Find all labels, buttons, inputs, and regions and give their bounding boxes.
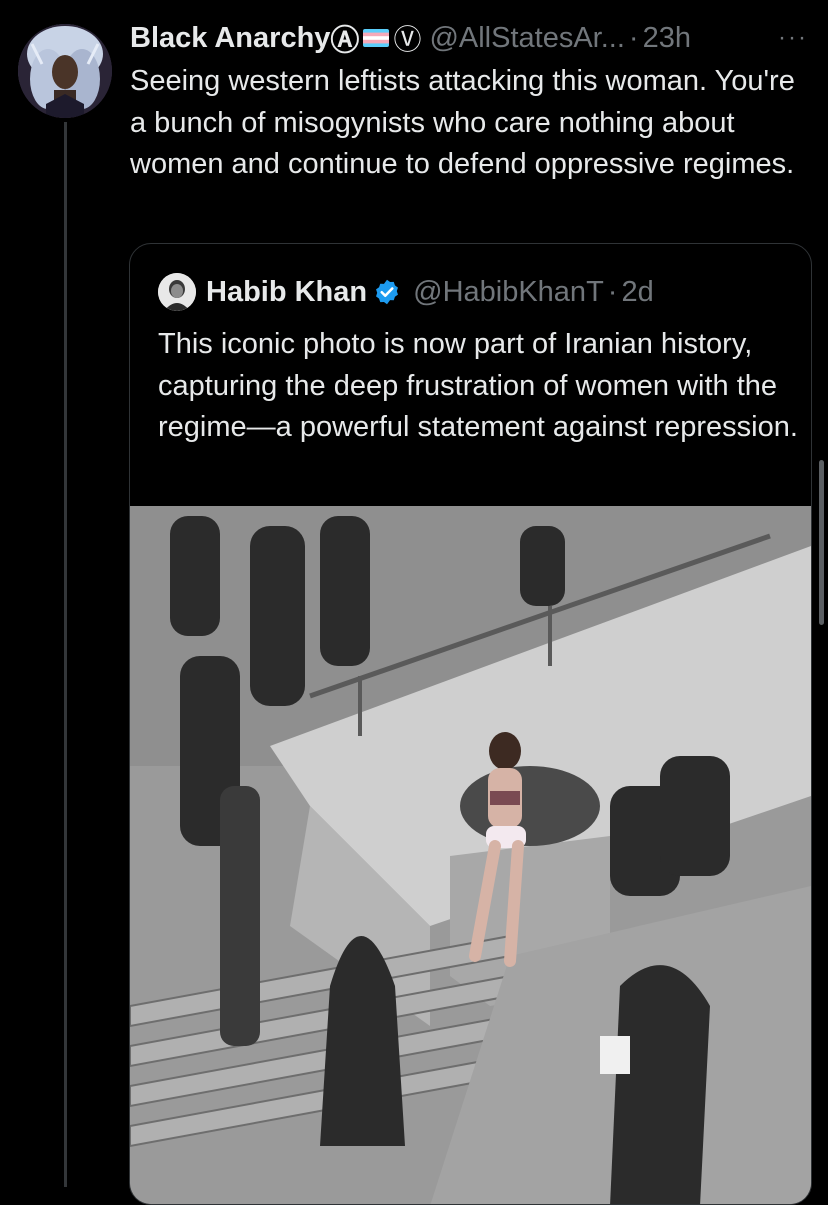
separator-dot: ·	[628, 21, 639, 54]
anarchy-symbol: Ⓐ	[330, 25, 360, 57]
scrollbar[interactable]	[819, 460, 824, 625]
avatar-image	[18, 24, 112, 118]
quoted-tweet-text: This iconic photo is now part of Iranian…	[158, 328, 798, 443]
display-name[interactable]: Black Anarchy	[130, 22, 330, 55]
quoted-timestamp[interactable]: 2d	[621, 276, 653, 309]
avatar[interactable]	[18, 24, 112, 118]
more-options-icon[interactable]: ···	[778, 24, 808, 52]
quoted-tweet-header: Habib Khan @HabibKhanT · 2d	[158, 272, 654, 312]
handle[interactable]: @AllStatesAr...	[429, 22, 624, 55]
thread-line	[64, 122, 67, 1187]
quoted-display-name[interactable]: Habib Khan	[206, 276, 367, 309]
timestamp[interactable]: 23h	[643, 22, 691, 55]
quoted-separator-dot: ·	[607, 275, 618, 308]
tweet-header: Black Anarchy Ⓐ Ⓥ @AllStatesAr... · 23h	[130, 18, 820, 58]
quoted-avatar[interactable]	[158, 273, 196, 311]
vegan-symbol: Ⓥ	[393, 24, 422, 55]
quoted-tweet-photo[interactable]	[130, 506, 811, 1204]
verified-badge-icon	[376, 279, 399, 305]
trans-flag-icon	[363, 29, 390, 47]
tweet-text: Seeing western leftists attacking this w…	[130, 65, 795, 180]
street-scene-image	[130, 506, 811, 1204]
quoted-handle[interactable]: @HabibKhanT	[413, 276, 604, 309]
quoted-tweet-card[interactable]: Habib Khan @HabibKhanT · 2d This iconic …	[129, 243, 812, 1205]
